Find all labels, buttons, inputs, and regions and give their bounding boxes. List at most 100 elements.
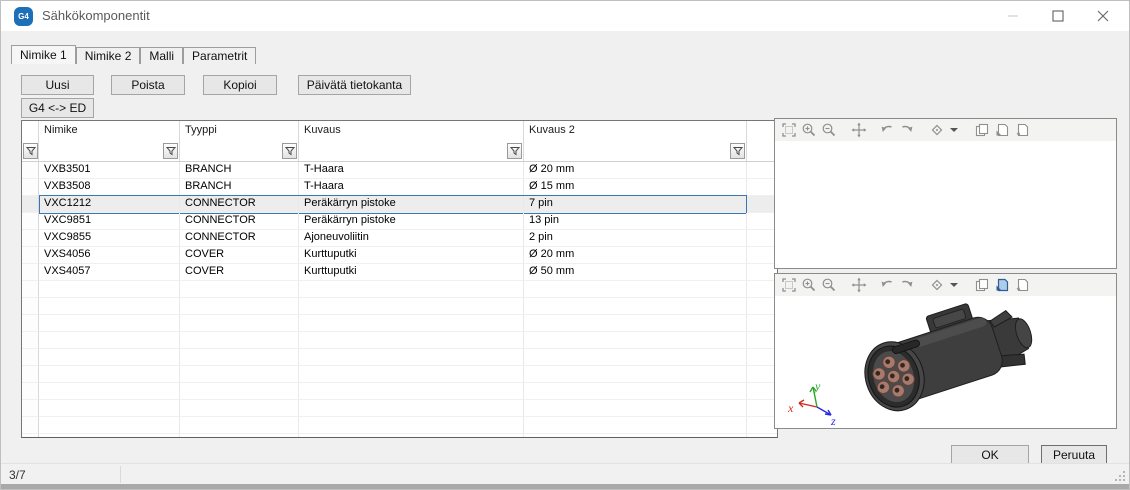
view-orientation-button[interactable] (927, 275, 947, 295)
ok-button[interactable]: OK (951, 445, 1029, 464)
cell-tyyppi: CONNECTOR (180, 196, 299, 213)
viewport-toolbar-bottom (775, 274, 1116, 296)
axis-y-label: y (814, 380, 821, 393)
cell-nimike: VXB3501 (39, 162, 180, 179)
export-view-button[interactable] (1012, 120, 1032, 140)
filter-button-tyyppi[interactable] (282, 143, 297, 159)
axis-x-label: x (787, 401, 794, 415)
cell-filler (747, 179, 777, 196)
column-label: Kuvaus 2 (529, 124, 575, 136)
row-gutter (22, 230, 39, 247)
window-controls (990, 1, 1125, 31)
copy-button[interactable]: Kopioi (203, 75, 277, 95)
zoom-in-icon (801, 122, 817, 138)
g4-ed-button[interactable]: G4 <-> ED (21, 98, 94, 118)
filter-button-kuvaus[interactable] (507, 143, 522, 159)
app-icon: G4 (14, 7, 33, 26)
copy-model-button[interactable] (972, 275, 992, 295)
column-header-nimike[interactable]: Nimike (39, 121, 180, 162)
row-gutter (22, 196, 39, 213)
zoom-window-icon (781, 122, 797, 138)
zoom-window-button[interactable] (779, 275, 799, 295)
titlebar: G4 Sähkökomponentit (1, 1, 1129, 31)
rotate-right-button[interactable] (897, 120, 917, 140)
column-header-tyyppi[interactable]: Tyyppi (180, 121, 299, 162)
cell-tyyppi: COVER (180, 264, 299, 281)
new-button[interactable]: Uusi (21, 75, 94, 95)
view-orientation-dropdown-button[interactable] (947, 120, 960, 140)
filter-button-nimike[interactable] (163, 143, 178, 159)
pan-icon (851, 277, 867, 293)
table-row-empty (22, 298, 777, 315)
rotate-right-icon (899, 277, 915, 293)
update-database-button[interactable]: Päivätä tietokanta (298, 75, 411, 95)
table-row[interactable]: VXC9851 CONNECTOR Peräkärryn pistoke 13 … (22, 213, 777, 230)
window-bottom-edge (1, 484, 1129, 489)
rotate-left-button[interactable] (877, 275, 897, 295)
zoom-window-icon (781, 277, 797, 293)
copy-view-button[interactable] (992, 120, 1012, 140)
zoom-in-button[interactable] (799, 275, 819, 295)
pan-button[interactable] (849, 275, 869, 295)
table-row[interactable]: VXC9855 CONNECTOR Ajoneuvoliitin 2 pin (22, 230, 777, 247)
column-header-kuvaus2[interactable]: Kuvaus 2 (524, 121, 747, 162)
dropdown-arrow-icon (949, 281, 959, 289)
window-title: Sähkökomponentit (42, 8, 150, 23)
table-row[interactable]: VXB3501 BRANCH T-Haara Ø 20 mm (22, 162, 777, 179)
copy-view-button-active[interactable] (992, 275, 1012, 295)
cell-kuvaus: Kurttuputki (299, 247, 524, 264)
tab-parametrit[interactable]: Parametrit (183, 47, 256, 64)
zoom-out-button[interactable] (819, 120, 839, 140)
rotate-right-icon (899, 122, 915, 138)
row-gutter (22, 162, 39, 179)
table-row[interactable]: VXS4056 COVER Kurttuputki Ø 20 mm (22, 247, 777, 264)
cell-nimike: VXS4056 (39, 247, 180, 264)
cell-kuvaus: Kurttuputki (299, 264, 524, 281)
cell-filler (747, 247, 777, 264)
tab-nimike-1[interactable]: Nimike 1 (11, 45, 76, 64)
cell-nimike: VXC9855 (39, 230, 180, 247)
export-view-button[interactable] (1012, 275, 1032, 295)
zoom-out-button[interactable] (819, 275, 839, 295)
cell-tyyppi: BRANCH (180, 162, 299, 179)
zoom-in-button[interactable] (799, 120, 819, 140)
3d-viewport-top[interactable] (775, 141, 1116, 268)
copy-model-icon (974, 122, 990, 138)
view-orientation-dropdown-button[interactable] (947, 275, 960, 295)
view-orientation-button[interactable] (927, 120, 947, 140)
column-header-kuvaus[interactable]: Kuvaus (299, 121, 524, 162)
cell-nimike: VXC9851 (39, 213, 180, 230)
cell-filler (747, 162, 777, 179)
pan-icon (851, 122, 867, 138)
table-row-empty (22, 383, 777, 400)
status-bar: 3/7 (1, 463, 1129, 485)
3d-viewport-bottom[interactable]: x y z (775, 296, 1116, 428)
table-row[interactable]: VXB3508 BRANCH T-Haara Ø 15 mm (22, 179, 777, 196)
delete-button[interactable]: Poista (111, 75, 185, 95)
resize-grip[interactable] (1114, 470, 1127, 483)
cell-tyyppi: CONNECTOR (180, 213, 299, 230)
cell-filler (747, 213, 777, 230)
cell-kuvaus2: 2 pin (524, 230, 747, 247)
pan-button[interactable] (849, 120, 869, 140)
tab-nimike-2[interactable]: Nimike 2 (76, 47, 141, 64)
column-label: Tyyppi (185, 124, 217, 136)
minimize-button[interactable] (990, 1, 1035, 31)
zoom-window-button[interactable] (779, 120, 799, 140)
table-row[interactable]: VXS4057 COVER Kurttuputki Ø 50 mm (22, 264, 777, 281)
tab-malli[interactable]: Malli (140, 47, 183, 64)
cancel-button[interactable]: Peruuta (1041, 445, 1107, 464)
rotate-left-button[interactable] (877, 120, 897, 140)
filter-button-gutter[interactable] (23, 143, 38, 159)
copy-view-icon (994, 277, 1010, 293)
cell-kuvaus: Peräkärryn pistoke (299, 196, 524, 213)
view-orientation-icon (929, 122, 945, 138)
maximize-button[interactable] (1035, 1, 1080, 31)
copy-model-button[interactable] (972, 120, 992, 140)
table-row-empty (22, 315, 777, 332)
close-button[interactable] (1080, 1, 1125, 31)
rotate-right-button[interactable] (897, 275, 917, 295)
filter-button-kuvaus2[interactable] (730, 143, 745, 159)
filter-funnel-icon (510, 146, 520, 156)
table-row-selected[interactable]: VXC1212 CONNECTOR Peräkärryn pistoke 7 p… (22, 196, 777, 213)
